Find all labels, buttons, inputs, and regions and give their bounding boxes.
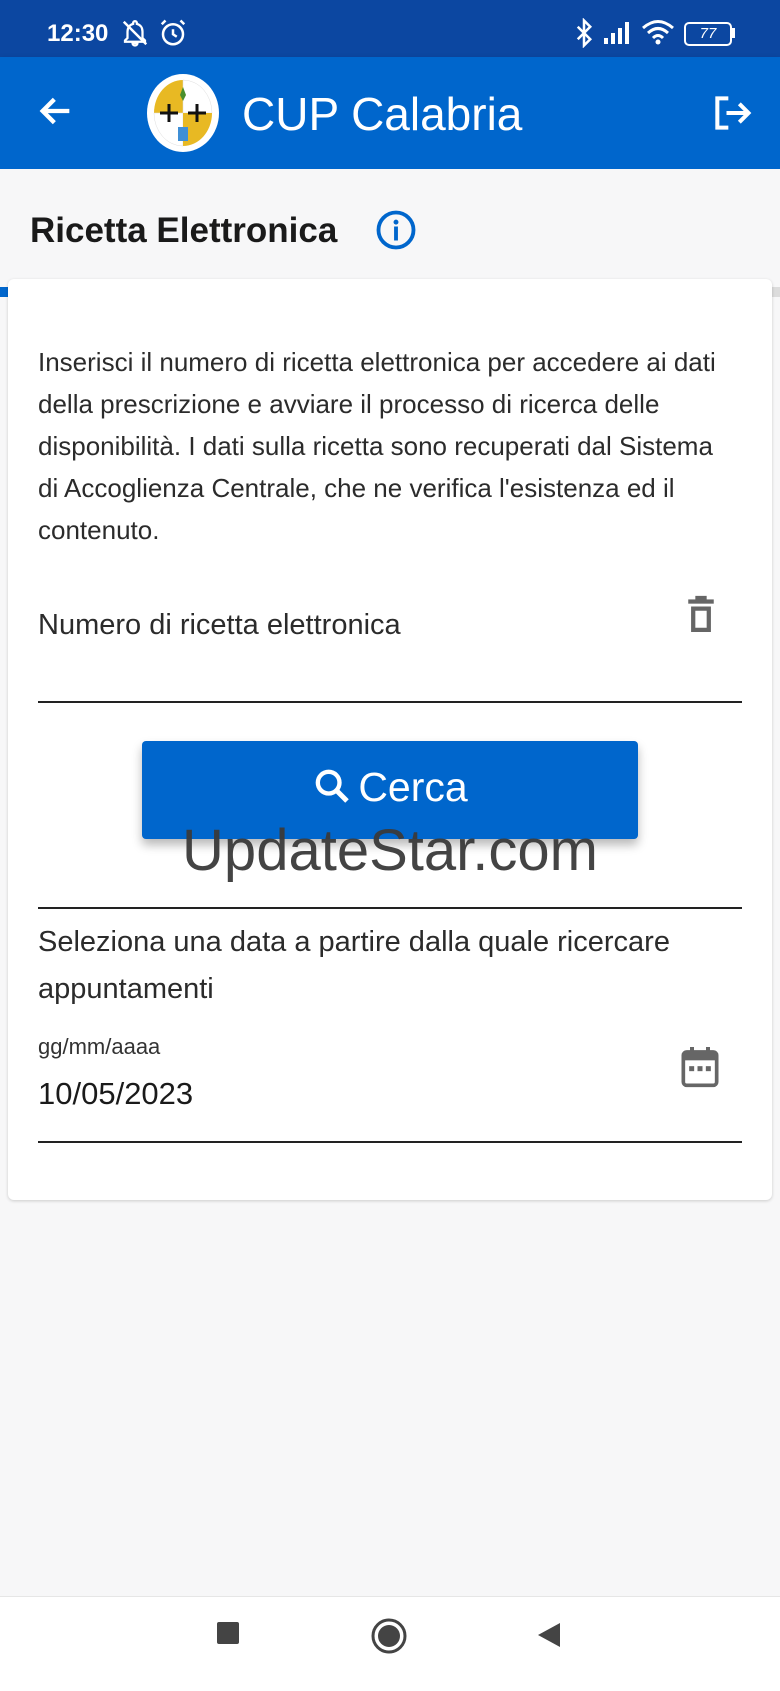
region-logo [147, 74, 219, 152]
date-field[interactable]: gg/mm/aaaa 10/05/2023 [38, 1034, 742, 1143]
page-title: Ricetta Elettronica [30, 211, 338, 250]
back-arrow-icon[interactable] [36, 91, 76, 131]
page-header: Ricetta Elettronica [0, 169, 780, 287]
bluetooth-icon [576, 18, 593, 48]
date-section-label: Seleziona una data a partire dalla quale… [38, 926, 670, 1005]
search-button-label: Cerca [358, 763, 468, 810]
calendar-icon[interactable] [680, 1045, 720, 1089]
wifi-icon [642, 20, 674, 45]
date-value: 10/05/2023 [38, 1076, 194, 1111]
back-icon[interactable] [536, 1621, 562, 1649]
watermark-text: UpdateStar.com [182, 818, 598, 883]
prescription-number-label: Numero di ricetta elettronica [38, 609, 401, 641]
description-text: Inserisci il numero di ricetta elettroni… [38, 347, 716, 545]
date-format-hint: gg/mm/aaaa [38, 1034, 161, 1059]
trash-icon[interactable] [684, 595, 718, 635]
app-bar: CUP Calabria [0, 57, 780, 169]
info-icon[interactable] [375, 209, 417, 251]
logout-icon[interactable] [710, 91, 754, 135]
home-icon[interactable] [370, 1617, 408, 1655]
search-icon [315, 769, 350, 803]
battery-tip [731, 28, 735, 38]
status-bar: 12:30 77 [0, 0, 780, 57]
battery-icon: 77 [684, 22, 732, 46]
alarm-icon [160, 19, 186, 46]
notifications-off-icon [122, 20, 148, 47]
status-time: 12:30 [47, 20, 109, 47]
battery-level: 77 [699, 25, 717, 42]
recent-apps-icon[interactable] [216, 1621, 240, 1645]
system-nav-bar [0, 1596, 780, 1691]
section-divider [38, 907, 742, 909]
form-card: Inserisci il numero di ricetta elettroni… [8, 279, 772, 1200]
prescription-number-field[interactable]: Numero di ricetta elettronica [38, 595, 742, 703]
app-title: CUP Calabria [242, 88, 523, 140]
signal-icon [604, 22, 629, 44]
